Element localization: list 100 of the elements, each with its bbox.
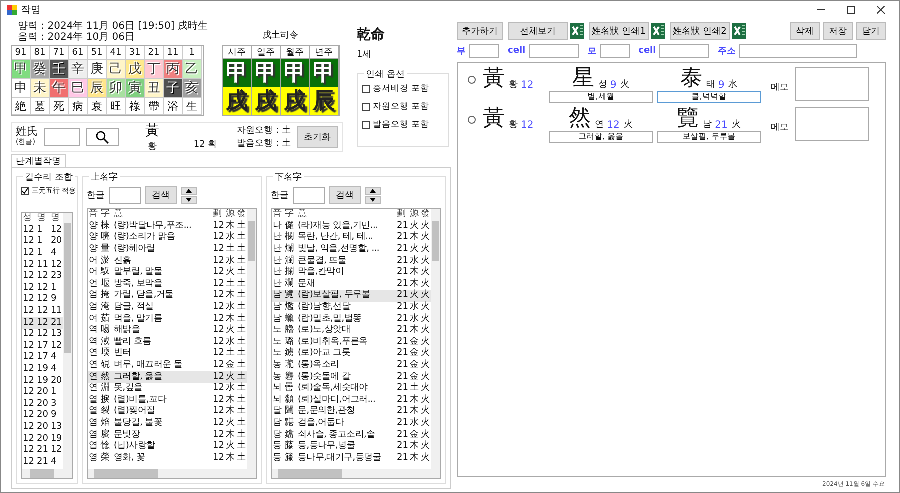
table-row[interactable]: 염 扊 문빗장 12 木 土	[88, 429, 247, 441]
table-row[interactable]: 어 淤 진흙 12 水 土	[88, 255, 247, 267]
horizontal-scrollbar[interactable]	[272, 469, 440, 478]
table-row[interactable]: 달 闥 문,문의한,관청 21 木 火	[272, 406, 431, 418]
checkbox[interactable]: 증서배경 포함	[362, 83, 444, 95]
up-button[interactable]	[365, 186, 381, 194]
table-row[interactable]: 역 淢 빨리 흐름 12 水 土	[88, 336, 247, 348]
input-field[interactable]	[739, 44, 858, 58]
meaning-field[interactable]: 그러할, 옳을	[549, 131, 653, 143]
table-row[interactable]: 노 艪 (로)노,상앗대 21 木 火	[272, 324, 431, 337]
table-row[interactable]: 농 礱 (롱)숫돌에 갈 21 金 火	[272, 371, 431, 383]
table-row[interactable]: 12 12 11	[22, 306, 63, 318]
toolbar-button[interactable]: 추가하기	[457, 22, 503, 40]
table-row[interactable]: 남 覽 (람)보살필, 두루볼 21 火 火	[272, 290, 431, 302]
table-row[interactable]: 연 堧 빈터 12 土 土	[88, 348, 247, 360]
meaning-field[interactable]: 보살필, 두루볼	[657, 131, 761, 143]
table-row[interactable]: 12 11 12	[22, 259, 63, 271]
meaning-field[interactable]: 별,세월	[549, 91, 653, 103]
input-field[interactable]	[600, 44, 630, 58]
table-row[interactable]: 등 藤 등,등나무,넝쿨 21 木 火	[272, 440, 431, 452]
search-button[interactable]: 검색	[329, 186, 361, 204]
table-row[interactable]: 난 攔 막을,칸막이 21 木 火	[272, 266, 431, 279]
search-field[interactable]	[109, 186, 141, 204]
search-button[interactable]: 검색	[145, 186, 177, 204]
tab[interactable]: 단계별작명	[11, 154, 66, 167]
meaning-field[interactable]: 클,넉넉할	[657, 91, 761, 103]
down-button[interactable]	[365, 196, 381, 204]
table-row[interactable]: 12 1 20	[22, 236, 63, 248]
table-row[interactable]: 영 榮 영화, 꽃 12 木 土	[88, 452, 247, 464]
up-button[interactable]	[181, 186, 197, 194]
table-row[interactable]: 뇌 纇 (뢰)실마디,어그러... 21 木 火	[272, 394, 431, 406]
table-row[interactable]: 12 17 12	[22, 340, 63, 352]
table-row[interactable]: 염 焰 불당길, 불꽃 12 火 土	[88, 418, 247, 430]
reset-button[interactable]: 초기화	[297, 126, 338, 148]
table-row[interactable]: 엄 掩 가릴, 닫을,거둘 12 木 土	[88, 290, 247, 302]
memo-field[interactable]	[795, 107, 869, 141]
table-row[interactable]: 남 蠟 (랍)밀초,밀,벌똥 21 水 火	[272, 313, 431, 325]
table-row[interactable]: 연 然 그러할, 옳을 12 火 土	[88, 371, 247, 383]
table-row[interactable]: 연 淵 못,깊을 12 水 土	[88, 382, 247, 394]
table-row[interactable]: 담 黮 검을,어둡다 21 水 火	[272, 418, 431, 430]
vertical-scrollbar[interactable]	[247, 209, 256, 469]
table-row[interactable]: 어 馭 말부릴, 말몰 12 火 土	[88, 266, 247, 279]
table-row[interactable]: 노 璐 (로)비취옥,푸른옥 21 金 火	[272, 336, 431, 348]
table-row[interactable]: 남 爁 (람)남향,선달 21 水 火	[272, 302, 431, 314]
maximize-icon[interactable]	[847, 6, 855, 14]
radio-button[interactable]	[468, 116, 476, 124]
table-row[interactable]: 난 欄 목란, 난간, 테, 테... 21 木 火	[272, 232, 431, 244]
surname-field[interactable]	[44, 128, 80, 146]
search-field[interactable]	[293, 186, 325, 204]
table-row[interactable]: 여 茹 먹을, 말기름 12 木 土	[88, 313, 247, 325]
table-row[interactable]: 양 量 (량)헤아릴 12 土 土	[88, 244, 247, 256]
table-row[interactable]: 12 19 20	[22, 375, 63, 387]
toolbar-button[interactable]: 닫기	[856, 22, 886, 40]
table-row[interactable]: 12 12 23	[22, 270, 63, 283]
table-row[interactable]: 나 儸 (라)재능 있을,기민... 21 火 火	[272, 220, 431, 232]
table-row[interactable]: 당 鐺 쇠사슬, 종고소리,솥 21 金 火	[272, 429, 431, 441]
table-row[interactable]: 12 20 3	[22, 398, 63, 410]
table-row[interactable]: 12 12 9	[22, 294, 63, 306]
table-row[interactable]: 열 捩 (렬)비틀,꼬다 12 木 土	[88, 394, 247, 406]
close-icon[interactable]	[877, 6, 885, 14]
toolbar-button[interactable]: 전체보기	[508, 22, 568, 40]
checkbox[interactable]: 발음오행 포함	[362, 119, 444, 131]
table-row[interactable]: 12 21 4	[22, 456, 63, 468]
table-row[interactable]: 12 19 4	[22, 364, 63, 376]
table-row[interactable]: 12 20 13	[22, 422, 63, 434]
table-row[interactable]: 뇌 罍 (뢰)술독,세숫대야 21 土 火	[272, 382, 431, 394]
table-row[interactable]: 12 1 12	[22, 224, 63, 236]
table-row[interactable]: 역 晹 해밝을 12 火 土	[88, 324, 247, 337]
search-button[interactable]	[86, 128, 120, 146]
input-field[interactable]	[469, 44, 499, 58]
table-row[interactable]: 12 12 21	[22, 317, 63, 329]
vertical-scrollbar[interactable]	[431, 209, 440, 469]
memo-field[interactable]	[795, 67, 869, 101]
toolbar-button[interactable]: 저장	[823, 22, 853, 40]
table-row[interactable]: 12 20 19	[22, 433, 63, 445]
vertical-scrollbar[interactable]	[63, 213, 72, 469]
table-row[interactable]: 12 12 13	[22, 328, 63, 341]
table-row[interactable]: 노 鐪 (로)아교 그릇 21 金 火	[272, 348, 431, 360]
table-row[interactable]: 12 20 1	[22, 386, 63, 398]
table-row[interactable]: 12 17 4	[22, 352, 63, 364]
checkbox[interactable]: 자원오행 포함	[362, 101, 444, 113]
table-row[interactable]: 양 喨 (량)소리가 맑음 12 水 土	[88, 232, 247, 244]
input-field[interactable]	[659, 44, 710, 58]
down-button[interactable]	[181, 196, 197, 204]
table-row[interactable]: 양 棶 (량)박달나무,푸조... 12 木 土	[88, 220, 247, 232]
table-row[interactable]: 등 籐 등나무,대기구,등덩굴 21 木 火	[272, 452, 431, 464]
table-row[interactable]: 열 裂 (렬)찢어질 12 木 土	[88, 406, 247, 418]
radio-button[interactable]	[468, 76, 476, 84]
toolbar-button[interactable]: 姓名狀 인쇄1	[589, 22, 649, 40]
table-row[interactable]: 엄 淹 담글, 적실 12 水 土	[88, 302, 247, 314]
horizontal-scrollbar[interactable]	[22, 469, 72, 478]
toolbar-button[interactable]: 姓名狀 인쇄2	[670, 22, 730, 40]
input-field[interactable]	[528, 44, 579, 58]
horizontal-scrollbar[interactable]	[88, 469, 256, 478]
table-row[interactable]: 12 20 9	[22, 410, 63, 422]
table-row[interactable]: 농 瓏 (롱)옥소리 21 金 火	[272, 360, 431, 372]
table-row[interactable]: 엽 惗 (넙)사랑할 12 火 土	[88, 440, 247, 452]
table-row[interactable]: 언 堰 방죽, 보막을 12 土 土	[88, 278, 247, 290]
toolbar-button[interactable]: 삭제	[790, 22, 820, 40]
table-row[interactable]: 난 瀾 큰물결, 뜨물 21 水 火	[272, 255, 431, 267]
